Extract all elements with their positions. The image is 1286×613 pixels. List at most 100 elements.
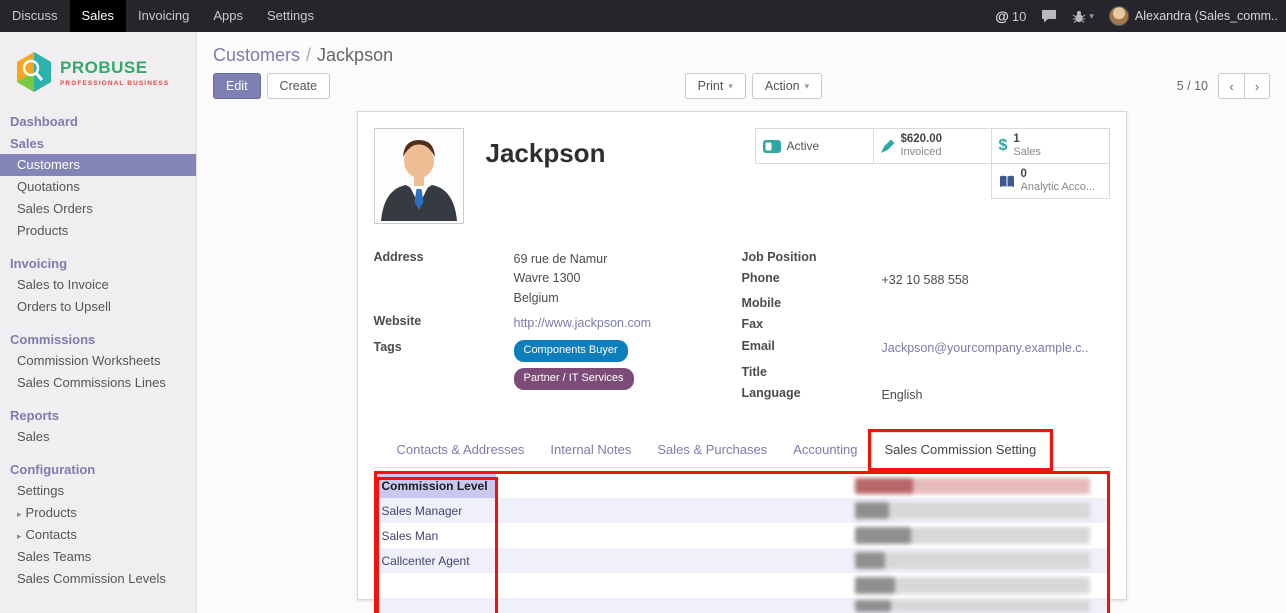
tab-accounting[interactable]: Accounting	[780, 433, 870, 467]
commission-level-cell: Callcenter Agent	[377, 552, 496, 570]
stat-value: 1	[1013, 132, 1041, 146]
record-title: Jackpson	[486, 138, 606, 169]
at-icon: @	[995, 8, 1009, 24]
print-dropdown[interactable]: Print ▾	[685, 73, 746, 99]
action-label: Action	[765, 79, 800, 93]
sidebar-section-commissions[interactable]: Commissions	[0, 328, 196, 350]
topbar-menus: Discuss Sales Invoicing Apps Settings	[0, 0, 326, 32]
stat-value: 0	[1021, 167, 1096, 181]
top-navbar: Discuss Sales Invoicing Apps Settings @ …	[0, 0, 1286, 32]
person-avatar-image	[377, 131, 461, 221]
language-label: Language	[742, 386, 882, 405]
address-line-3: Belgium	[514, 289, 608, 308]
sidebar: PROBUSE PROFESSIONAL BUSINESS Dashboard …	[0, 32, 197, 613]
tab-sales-purchases[interactable]: Sales & Purchases	[644, 433, 780, 467]
toggle-icon	[763, 140, 781, 153]
tab-contacts-addresses[interactable]: Contacts & Addresses	[384, 433, 538, 467]
commission-row-empty[interactable]	[377, 573, 1107, 598]
commission-row-sales-man[interactable]: Sales Man	[377, 523, 1107, 548]
address-label: Address	[374, 250, 514, 308]
commission-row-sales-manager[interactable]: Sales Manager	[377, 498, 1107, 523]
sidebar-item-commission-worksheets[interactable]: Commission Worksheets	[0, 350, 196, 372]
commission-row-callcenter-agent[interactable]: Callcenter Agent	[377, 548, 1107, 573]
chat-bubble-icon	[1041, 9, 1057, 23]
caret-down-icon: ▾	[728, 81, 733, 92]
sidebar-section-sales[interactable]: Sales	[0, 132, 196, 154]
topbar-menu-invoicing[interactable]: Invoicing	[126, 0, 201, 32]
create-button[interactable]: Create	[267, 73, 331, 99]
messages-icon[interactable]	[1041, 9, 1057, 23]
tag-components-buyer: Components Buyer	[514, 340, 628, 362]
tab-sales-commission-setting[interactable]: Sales Commission Setting	[871, 432, 1051, 468]
tags-value: Components Buyer Partner / IT Services	[514, 340, 634, 396]
pager-previous-button[interactable]: ‹	[1218, 73, 1244, 99]
website-link[interactable]: http://www.jackpson.com	[514, 316, 652, 330]
topbar-menu-sales[interactable]: Sales	[70, 0, 127, 32]
control-panel: Edit Create Print ▾ Action ▾ 5 / 10 ‹ ›	[197, 68, 1286, 107]
topbar-menu-apps[interactable]: Apps	[201, 0, 255, 32]
notebook-tabs: Contacts & Addresses Internal Notes Sale…	[374, 432, 1110, 468]
breadcrumb: Customers/Jackpson	[197, 32, 1286, 68]
sidebar-item-sales-teams[interactable]: Sales Teams	[0, 546, 196, 568]
breadcrumb-customers[interactable]: Customers	[213, 45, 300, 65]
redacted-cell-blur	[855, 600, 1090, 612]
sidebar-section-dashboard[interactable]: Dashboard	[0, 110, 196, 132]
sidebar-item-sales-commission-levels[interactable]: Sales Commission Levels	[0, 568, 196, 590]
sidebar-item-sales-to-invoice[interactable]: Sales to Invoice	[0, 274, 196, 296]
customer-photo[interactable]	[374, 128, 464, 224]
redacted-cell-blur	[855, 502, 1090, 519]
mentions-counter[interactable]: @ 10	[995, 8, 1026, 24]
commission-table-header-row: Commission Level	[377, 474, 1107, 498]
sidebar-item-orders-to-upsell[interactable]: Orders to Upsell	[0, 296, 196, 318]
logo-text: PROBUSE PROFESSIONAL BUSINESS	[60, 58, 169, 87]
chevron-right-icon: ›	[1255, 79, 1259, 94]
main-content: Customers/Jackpson Edit Create Print ▾ A…	[197, 32, 1286, 613]
sidebar-item-customers[interactable]: Customers	[0, 154, 196, 176]
sidebar-item-products[interactable]: Products	[0, 220, 196, 242]
stat-button-active[interactable]: Active	[755, 128, 874, 164]
chevron-left-icon: ‹	[1229, 79, 1233, 94]
probuse-logo[interactable]: PROBUSE PROFESSIONAL BUSINESS	[0, 44, 196, 110]
sidebar-item-config-products[interactable]: ▸Products	[0, 502, 196, 524]
fax-label: Fax	[742, 317, 882, 333]
dollar-icon: $	[999, 137, 1008, 155]
caret-down-icon: ▾	[1089, 11, 1094, 22]
commission-level-cell	[377, 604, 496, 608]
debug-menu[interactable]: ▾	[1072, 9, 1094, 23]
redacted-header-blur	[855, 478, 1090, 494]
sidebar-item-label: Contacts	[26, 527, 77, 542]
tab-internal-notes[interactable]: Internal Notes	[537, 433, 644, 467]
commission-row-empty[interactable]	[377, 598, 1107, 613]
customer-form-sheet: Jackpson Active $620.	[357, 111, 1127, 600]
sidebar-item-reports-sales[interactable]: Sales	[0, 426, 196, 448]
sidebar-item-quotations[interactable]: Quotations	[0, 176, 196, 198]
action-dropdown[interactable]: Action ▾	[752, 73, 822, 99]
sidebar-section-invoicing[interactable]: Invoicing	[0, 252, 196, 274]
sidebar-section-configuration[interactable]: Configuration	[0, 458, 196, 480]
topbar-menu-discuss[interactable]: Discuss	[0, 0, 70, 32]
form-fields: Address 69 rue de Namur Wavre 1300 Belgi…	[374, 250, 1110, 410]
sidebar-section-reports[interactable]: Reports	[0, 404, 196, 426]
sidebar-item-sales-orders[interactable]: Sales Orders	[0, 198, 196, 220]
sidebar-item-sales-commissions-lines[interactable]: Sales Commissions Lines	[0, 372, 196, 394]
logo-hexagon-icon	[14, 50, 54, 94]
user-menu[interactable]: Alexandra (Sales_comm..	[1109, 6, 1278, 26]
stat-button-analytic-accounts[interactable]: 0 Analytic Acco...	[991, 163, 1110, 199]
stat-button-sales[interactable]: $ 1 Sales	[991, 128, 1110, 164]
stat-button-invoiced[interactable]: $620.00 Invoiced	[873, 128, 992, 164]
address-line-1: 69 rue de Namur	[514, 250, 608, 269]
topbar-menu-settings[interactable]: Settings	[255, 0, 326, 32]
phone-label: Phone	[742, 271, 882, 290]
breadcrumb-current: Jackpson	[317, 45, 393, 65]
title-label: Title	[742, 365, 882, 381]
pager-count[interactable]: 5 / 10	[1177, 79, 1208, 93]
sidebar-item-config-contacts[interactable]: ▸Contacts	[0, 524, 196, 546]
language-value: English	[882, 386, 923, 405]
stat-label: Invoiced	[901, 146, 943, 160]
edit-button[interactable]: Edit	[213, 73, 261, 99]
topbar-systray: @ 10 ▾ Alexandra (Sales_comm..	[995, 0, 1286, 32]
email-link[interactable]: Jackpson@yourcompany.example.c..	[882, 341, 1089, 355]
sidebar-item-config-settings[interactable]: Settings	[0, 480, 196, 502]
mention-count: 10	[1012, 9, 1026, 24]
pager-next-button[interactable]: ›	[1244, 73, 1270, 99]
